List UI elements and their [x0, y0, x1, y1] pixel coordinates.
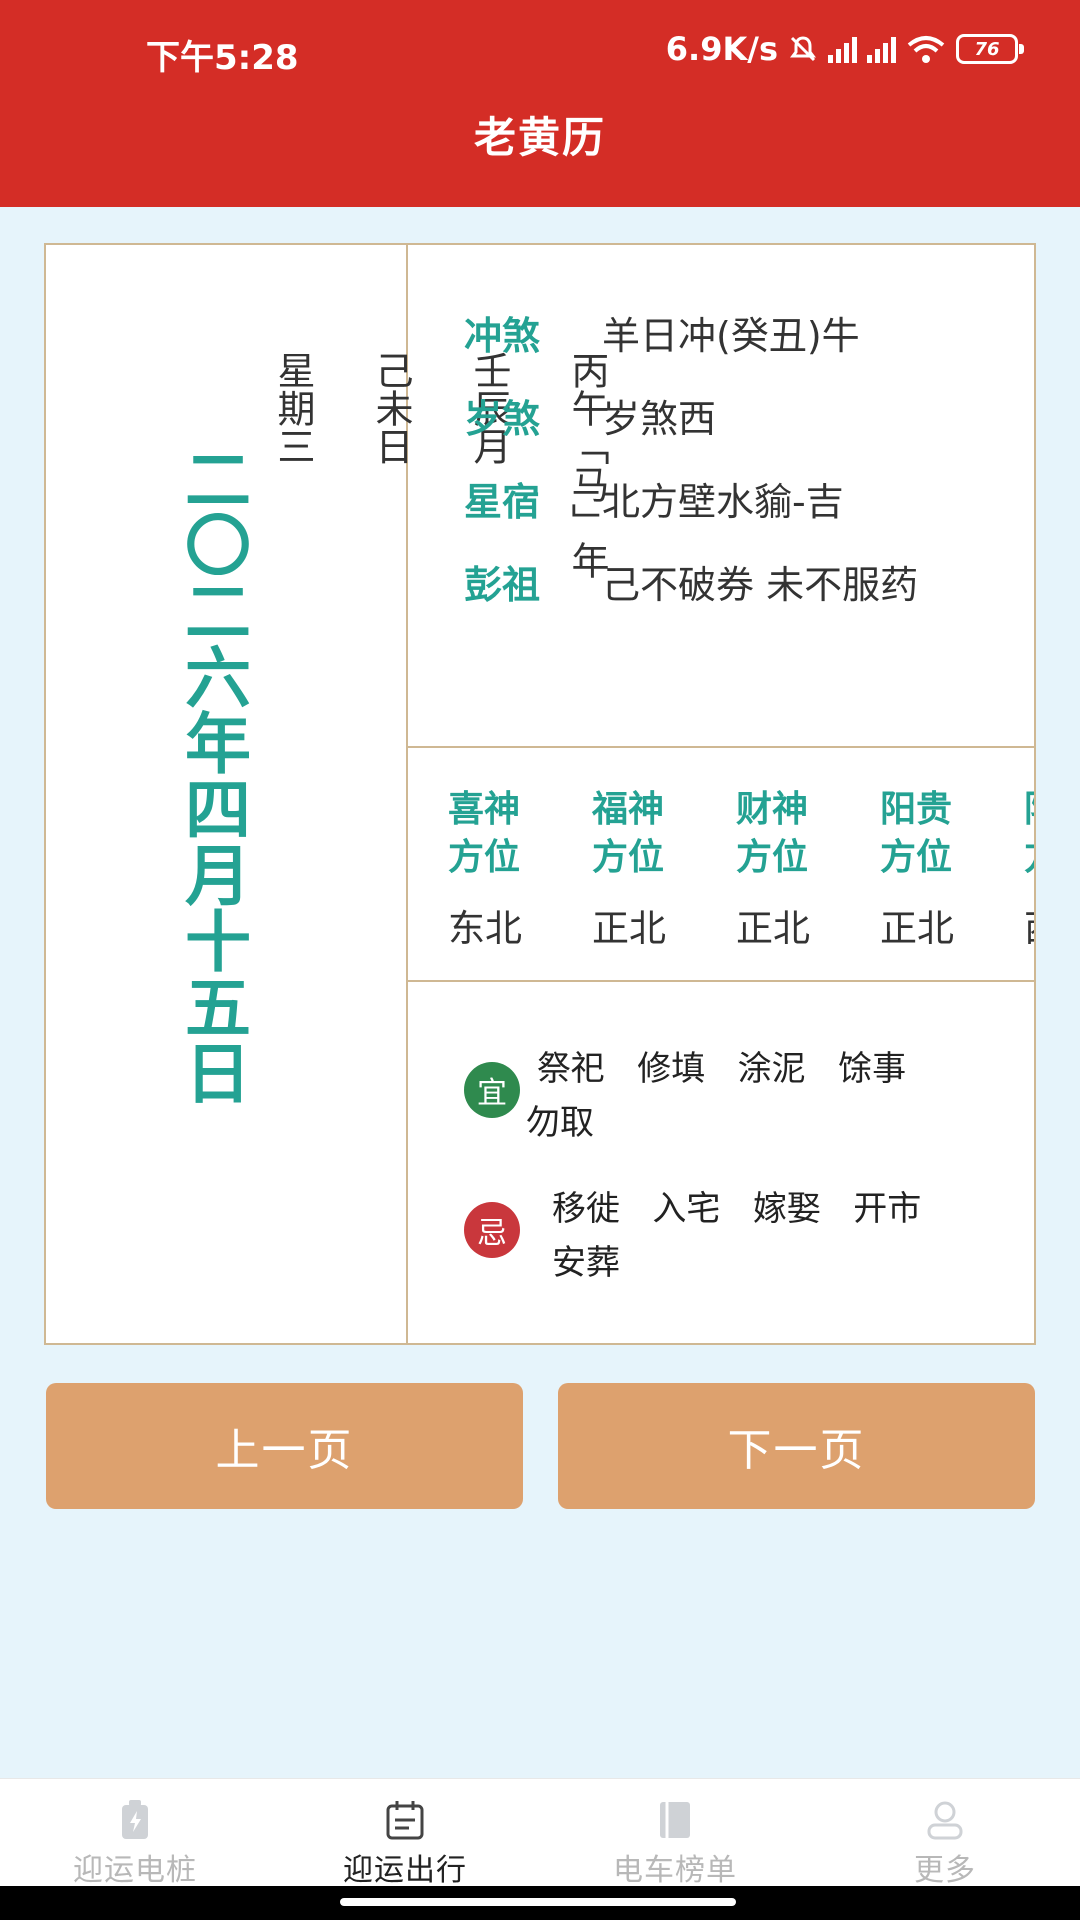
book-icon [660, 1802, 690, 1838]
info-key: 星宿 [464, 480, 541, 524]
info-value: 岁煞西 [602, 397, 717, 441]
prev-page-button[interactable]: 上一页 [46, 1383, 523, 1509]
nav-label: 迎运电桩 [73, 1853, 197, 1888]
yi-text: 祭祀 修填 涂泥 馀事 勿取 [526, 1049, 907, 1143]
battery-icon: 76 [956, 34, 1024, 64]
nav-label: 更多 [914, 1853, 976, 1888]
direction-title: 阳贵方位 [880, 789, 953, 878]
wifi-icon [907, 36, 945, 63]
direction-value: 正北 [880, 907, 954, 950]
ji-text: 移徙 入宅 嫁娶 开市 安葬 [552, 1189, 922, 1283]
user-icon [927, 1801, 963, 1840]
info-key: 彭祖 [464, 563, 541, 607]
ji-badge: 忌 [464, 1202, 520, 1258]
direction-title: 喜神方位 [448, 789, 521, 878]
home-indicator[interactable] [340, 1898, 736, 1906]
directions-section[interactable]: 喜神方位 东北 福神方位 正北 财神方位 正北 阳贵方位 正北 阴贵方位 西南 [408, 748, 1034, 980]
yi-ji-section: 宜 祭祀 修填 涂泥 馀事 勿取 忌 移徙 入宅 嫁娶 开市 安葬 [408, 982, 1034, 1342]
almanac-card: 二〇二六年四月十五日 丙午「马」年 壬辰月 己未日 星期三 冲煞 羊日冲(癸丑)… [44, 243, 1036, 1345]
nav-label: 迎运出行 [343, 1853, 467, 1888]
direction-yingui: 阴贵方位 西南 [1024, 786, 1034, 952]
direction-caishen: 财神方位 正北 [736, 786, 846, 952]
nav-item-charging[interactable]: 迎运电桩 [0, 1779, 270, 1888]
status-bar: 下午5:28 6.9K/s 76 [0, 0, 1080, 100]
info-key: 岁煞 [464, 397, 541, 441]
date-column: 二〇二六年四月十五日 丙午「马」年 壬辰月 己未日 星期三 [46, 245, 609, 1343]
direction-title: 财神方位 [736, 789, 809, 878]
info-value: 羊日冲(癸丑)牛 [602, 314, 860, 358]
info-value: 北方壁水貐-吉 [602, 480, 844, 524]
direction-title: 阴贵方位 [1024, 786, 1034, 882]
page-title: 老黄历 [473, 113, 606, 162]
status-time: 下午5:28 [146, 38, 299, 78]
bottom-nav: 迎运电桩 迎运出行 电车榜单 更多 [0, 1778, 1080, 1888]
mute-icon [790, 36, 816, 62]
info-row-xingxiu: 星宿 北方壁水貐-吉 [464, 471, 844, 526]
info-key: 冲煞 [464, 314, 541, 358]
signal-icon-1 [828, 35, 857, 63]
nav-item-travel[interactable]: 迎运出行 [270, 1779, 540, 1888]
direction-value: 正北 [592, 907, 666, 950]
info-row-pengzu: 彭祖 己不破券 未不服药 [464, 554, 918, 609]
calendar-icon [386, 1801, 424, 1840]
direction-fushen: 福神方位 正北 [592, 786, 702, 952]
yi-badge: 宜 [464, 1062, 520, 1118]
direction-value: 东北 [448, 907, 522, 950]
charging-pile-icon [122, 1800, 148, 1839]
direction-value: 西南 [1024, 898, 1034, 952]
nav-label: 电车榜单 [613, 1853, 737, 1888]
direction-title: 福神方位 [592, 789, 665, 878]
signal-icon-2 [867, 35, 896, 63]
nav-item-more[interactable]: 更多 [810, 1779, 1080, 1888]
info-row-suisha: 岁煞 岁煞西 [464, 388, 716, 443]
next-page-button[interactable]: 下一页 [558, 1383, 1035, 1509]
header: 下午5:28 6.9K/s 76 老黄历 [0, 0, 1080, 207]
direction-value: 正北 [736, 907, 810, 950]
network-speed: 6.9K/s [665, 30, 778, 68]
direction-xishen: 喜神方位 东北 [448, 786, 558, 952]
chinese-date: 二〇二六年四月十五日 [174, 445, 251, 1105]
info-row-chongsha: 冲煞 羊日冲(癸丑)牛 [464, 305, 860, 360]
nav-item-ranking[interactable]: 电车榜单 [540, 1779, 810, 1888]
info-value: 己不破券 未不服药 [602, 563, 919, 607]
direction-yanggui: 阳贵方位 正北 [880, 786, 990, 952]
status-indicators: 6.9K/s 76 [665, 30, 1024, 68]
